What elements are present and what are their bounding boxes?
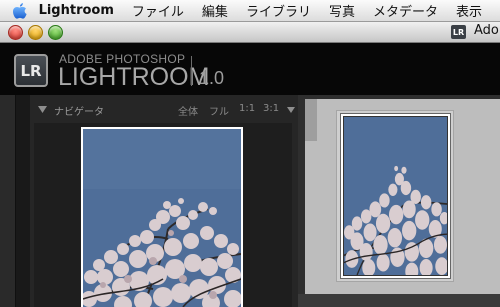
identity-line-product: LIGHTROOM: [58, 63, 210, 91]
zoom-fill-option[interactable]: フル: [209, 103, 229, 118]
cherry-blossom-photo: [83, 129, 241, 307]
zoom-3-1-option[interactable]: 3:1: [263, 103, 279, 114]
left-panel-edge[interactable]: [0, 95, 16, 307]
menu-app-name[interactable]: Lightroom: [39, 3, 114, 18]
menu-library[interactable]: ライブラリ: [246, 1, 311, 20]
minimize-window-button[interactable]: [28, 25, 43, 40]
navigator-title: ナビゲータ: [54, 107, 104, 118]
menu-photo[interactable]: 写真: [329, 1, 355, 20]
navigator-header[interactable]: ナビゲータ 全体 フル 1:1 3:1: [30, 103, 298, 119]
grid-thumbnail[interactable]: [340, 113, 451, 279]
lightroom-doc-icon: LR: [451, 25, 466, 39]
identity-version: 1.0: [199, 68, 225, 88]
menu-metadata[interactable]: メタデータ: [373, 1, 438, 20]
zoom-fit-option[interactable]: 全体: [178, 103, 198, 118]
grid-toolbar-strip: [298, 294, 500, 307]
menu-view[interactable]: 表示: [456, 1, 482, 20]
cherry-blossom-thumbnail: [344, 117, 447, 275]
lightroom-logo-icon: LR: [14, 54, 48, 87]
grid-scrollbar[interactable]: [305, 99, 317, 141]
window-title: Ado: [474, 23, 499, 38]
zoom-menu-triangle-icon[interactable]: [287, 107, 295, 113]
zoom-window-button[interactable]: [48, 25, 63, 40]
left-panel-gutter: [16, 95, 30, 307]
identity-plate: LR ADOBE PHOTOSHOP LIGHTROOM 1.0: [0, 43, 500, 95]
apple-logo-icon[interactable]: [10, 1, 31, 21]
menu-bar: Lightroom ファイル 編集 ライブラリ 写真 メタデータ 表示: [0, 0, 500, 22]
menu-edit[interactable]: 編集: [202, 1, 228, 20]
close-window-button[interactable]: [8, 25, 23, 40]
identity-divider: [191, 56, 192, 86]
window-title-bar: LR Ado: [0, 22, 500, 43]
navigator-preview-photo[interactable]: [81, 127, 243, 307]
collapse-triangle-icon[interactable]: [38, 106, 47, 113]
zoom-1-1-option[interactable]: 1:1: [239, 103, 255, 114]
menu-file[interactable]: ファイル: [132, 1, 184, 20]
